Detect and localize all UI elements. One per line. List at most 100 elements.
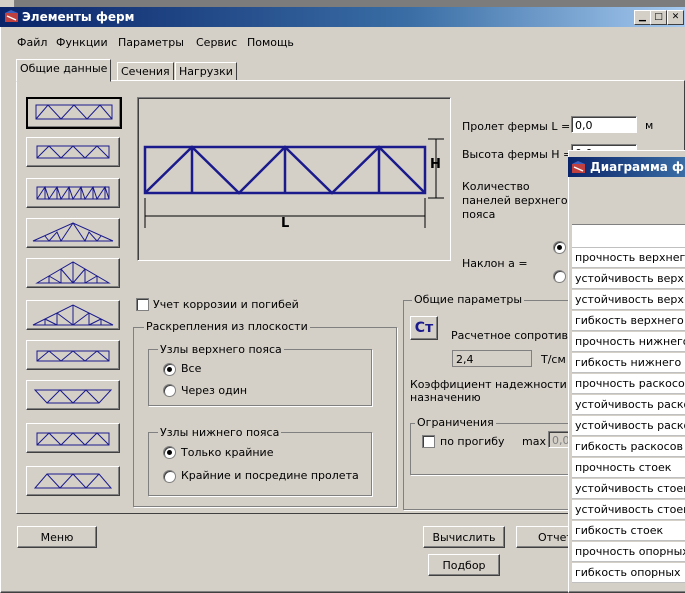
calculate-button[interactable]: Вычислить: [423, 526, 505, 548]
window-title: Элементы ферм: [22, 10, 135, 24]
diagram-row[interactable]: устойчивость раско: [572, 416, 685, 436]
menu-help[interactable]: Помощь: [247, 36, 294, 49]
diagram-row[interactable]: прочность стоек: [572, 458, 685, 478]
deflection-checkbox[interactable]: [422, 435, 435, 448]
span-unit: м: [645, 119, 654, 132]
bottom-chord-ends-middle-label: Крайние и посредине пролета: [181, 469, 359, 482]
resistance-unit: Т/см: [541, 353, 566, 366]
bottom-chord-ends-radio[interactable]: [163, 446, 176, 459]
max-label: max: [522, 435, 546, 448]
top-chord-alternate-radio[interactable]: [163, 384, 176, 397]
tab-loads[interactable]: Нагрузки: [175, 62, 237, 82]
truss-parallel-icon: [35, 104, 113, 120]
top-chord-all-label: Все: [181, 362, 202, 375]
truss-drawing: H L: [137, 97, 451, 261]
corrosion-label: Учет коррозии и погибей: [153, 298, 299, 311]
diagram-row[interactable]: прочность раскосов: [572, 374, 685, 394]
diagram-title: Диаграмма ф: [590, 160, 684, 174]
slope-radio-2[interactable]: [553, 270, 566, 283]
menu-bar: Файл Функции Параметры Сервис Помощь: [17, 36, 417, 50]
menu-parameters[interactable]: Параметры: [118, 36, 184, 49]
truss-type-8[interactable]: [26, 380, 120, 410]
steel-button[interactable]: Ст: [410, 316, 438, 340]
bottom-chord-group: [148, 432, 372, 496]
diagram-row[interactable]: устойчивость верх: [572, 290, 685, 310]
bracing-title: Раскрепления из плоскости: [144, 320, 310, 333]
close-icon: ✕: [671, 12, 680, 22]
diagram-app-icon: [572, 161, 585, 173]
resistance-input[interactable]: 2,4: [452, 350, 532, 367]
panels-label-2: панелей верхнего: [462, 194, 568, 207]
menu-functions[interactable]: Функции: [56, 36, 108, 49]
panels-label-3: пояса: [462, 208, 496, 221]
truss-gable-icon: [32, 222, 114, 243]
diagram-title-bar[interactable]: Диаграмма ф: [568, 157, 685, 177]
corrosion-checkbox[interactable]: [136, 298, 149, 311]
top-chord-title: Узлы верхнего пояса: [158, 343, 284, 356]
diagram-row[interactable]: прочность опорных: [572, 542, 685, 562]
reliability-label: Коэффициент надежности п: [410, 378, 578, 391]
bottom-chord-ends-label: Только крайние: [181, 446, 274, 459]
top-chord-alternate-label: Через один: [181, 384, 248, 397]
truss-type-parallel-chord[interactable]: [26, 97, 122, 129]
report-button[interactable]: Отчет: [516, 526, 576, 548]
diagram-row[interactable]: устойчивость стоек: [572, 500, 685, 520]
diagram-row[interactable]: прочность верхнего: [572, 248, 685, 268]
deflection-label: по прогибу: [440, 435, 505, 448]
minimize-button[interactable]: ▁: [634, 10, 651, 25]
diagram-row[interactable]: прочность нижнего: [572, 332, 685, 352]
truss-type-7[interactable]: [26, 340, 120, 370]
bottom-chord-ends-middle-radio[interactable]: [163, 470, 176, 483]
slope-label: Наклон а =: [462, 257, 528, 270]
diagram-header-row: [572, 224, 685, 248]
truss-type-9[interactable]: [26, 423, 120, 453]
truss-type-2[interactable]: [26, 137, 120, 167]
truss-type-5[interactable]: [26, 258, 120, 288]
diagram-row[interactable]: гибкость стоек: [572, 521, 685, 541]
top-chord-all-radio[interactable]: [163, 363, 176, 376]
truss-inverted-icon: [33, 389, 113, 404]
close-button[interactable]: ✕: [667, 10, 684, 25]
span-dimension-label: L: [281, 216, 290, 231]
truss-parallel-3-icon: [36, 432, 110, 446]
panels-label-1: Количество: [462, 180, 530, 193]
diagram-row[interactable]: гибкость нижнего: [572, 353, 685, 373]
truss-triangular-icon: [35, 261, 111, 284]
truss-type-10[interactable]: [26, 466, 120, 496]
truss-diagram: [143, 138, 444, 228]
tab-general[interactable]: Общие данные: [16, 59, 112, 82]
limits-title: Ограничения: [415, 416, 496, 429]
span-input[interactable]: 0,0: [571, 116, 637, 133]
truss-type-6[interactable]: [26, 300, 120, 330]
span-label: Пролет фермы L =: [462, 120, 571, 133]
title-bar[interactable]: Элементы ферм: [0, 7, 685, 27]
truss-type-4[interactable]: [26, 218, 120, 248]
diagram-row[interactable]: устойчивость стоек: [572, 479, 685, 499]
selection-button[interactable]: Подбор: [428, 554, 500, 576]
diagram-row[interactable]: устойчивость раско: [572, 395, 685, 415]
diagram-row[interactable]: гибкость раскосов: [572, 437, 685, 457]
diagram-row[interactable]: гибкость верхнего: [572, 311, 685, 331]
truss-inverted-2-icon: [33, 473, 113, 489]
menu-service[interactable]: Сервис: [196, 36, 237, 49]
reliability-label-2: назначению: [410, 391, 481, 404]
diagram-row[interactable]: устойчивость верх: [572, 269, 685, 289]
height-label: Высота фермы Н =: [462, 148, 573, 161]
menu-file[interactable]: Файл: [17, 36, 47, 49]
tab-sections[interactable]: Сечения: [117, 62, 174, 82]
truss-parallel-2-icon: [36, 145, 110, 159]
slope-radio-1[interactable]: [553, 241, 566, 254]
bottom-chord-title: Узлы нижнего пояса: [158, 426, 282, 439]
truss-with-posts-icon: [36, 185, 110, 201]
maximize-button[interactable]: □: [650, 10, 667, 25]
truss-trapezoid-icon: [36, 350, 110, 362]
resistance-label: Расчетное сопротив: [451, 329, 569, 342]
truss-type-3[interactable]: [26, 178, 120, 208]
maximize-icon: □: [654, 12, 663, 22]
app-icon: [5, 10, 18, 22]
truss-gable-posts-icon: [32, 304, 114, 326]
menu-button[interactable]: Меню: [17, 526, 97, 548]
diagram-row[interactable]: гибкость опорных: [572, 563, 685, 583]
minimize-icon: ▁: [639, 12, 646, 22]
general-params-title: Общие параметры: [412, 293, 525, 306]
